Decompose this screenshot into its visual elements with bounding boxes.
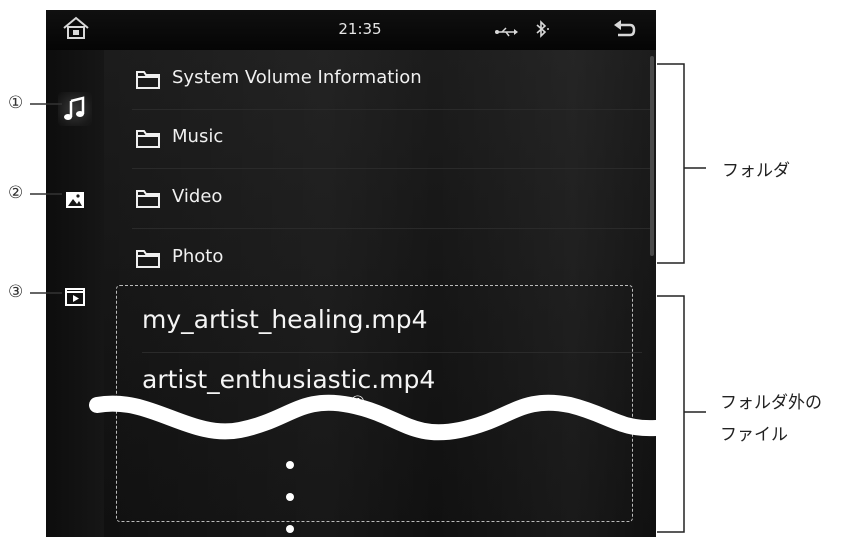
ellipsis-dot [286, 461, 294, 469]
ellipsis-dot [286, 525, 294, 533]
files-bracket-label-line2: ファイル [720, 425, 788, 445]
callout-4: ④ [350, 393, 366, 413]
folder-bracket-label: フォルダ [722, 161, 790, 181]
files-bracket-label-line1: フォルダ外の [720, 393, 822, 413]
files-bracket [657, 295, 685, 533]
callout-3: ③ [8, 282, 24, 302]
annotation-overlay [30, 63, 706, 533]
break-wave [89, 394, 664, 441]
folder-bracket [657, 63, 685, 264]
ellipsis-dot [286, 493, 294, 501]
callout-1: ① [8, 93, 24, 113]
callout-2: ② [8, 183, 24, 203]
